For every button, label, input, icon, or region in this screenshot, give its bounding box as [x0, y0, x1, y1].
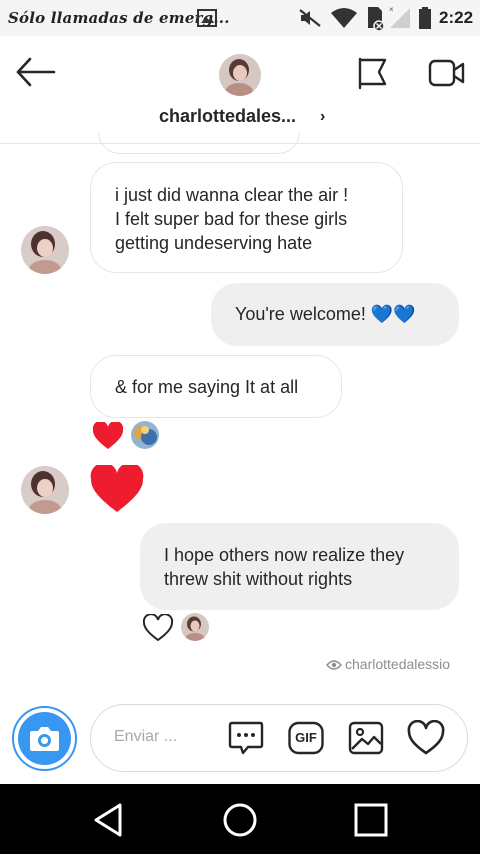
- profile-photo-icon: [21, 466, 69, 514]
- heart-outline-reaction-icon[interactable]: [142, 614, 174, 642]
- message-bubble-received[interactable]: i just did wanna clear the air ! I felt …: [90, 162, 403, 273]
- back-arrow-icon[interactable]: [14, 54, 58, 90]
- previous-message-bubble: [98, 132, 300, 154]
- message-text: & for me saying It at all: [115, 377, 299, 397]
- chevron-right-icon[interactable]: ›: [320, 108, 325, 126]
- flag-icon[interactable]: [355, 56, 389, 90]
- message-text: You're welcome! 💙💙: [235, 304, 416, 324]
- battery-icon: [419, 7, 431, 29]
- chat-bubble-icon[interactable]: [228, 720, 264, 756]
- message-input-placeholder[interactable]: Enviar ...: [114, 728, 177, 746]
- heart-reaction-icon[interactable]: [92, 422, 124, 450]
- message-composer: Enviar ... GIF: [0, 694, 480, 784]
- heart-send-icon[interactable]: [407, 720, 445, 756]
- camera-icon: [30, 727, 59, 751]
- mute-icon: [299, 9, 321, 27]
- gallery-image-icon[interactable]: [348, 720, 384, 756]
- message-text: I hope others now realize they threw shi…: [164, 545, 405, 589]
- eye-icon: [326, 660, 342, 670]
- gif-label: GIF: [295, 730, 317, 745]
- message-text: i just did wanna clear the air ! I felt …: [115, 185, 349, 253]
- status-time: 2:22: [439, 8, 474, 27]
- message-bubble-sent[interactable]: You're welcome! 💙💙: [211, 283, 459, 346]
- heart-message-icon[interactable]: [89, 465, 145, 513]
- message-bubble-received[interactable]: & for me saying It at all: [90, 355, 342, 418]
- message-bubble-sent[interactable]: I hope others now realize they threw shi…: [140, 523, 459, 610]
- gif-button[interactable]: GIF: [288, 720, 324, 756]
- profile-photo-icon: [181, 613, 209, 641]
- camera-button[interactable]: [12, 706, 77, 771]
- conversation-username[interactable]: charlottedales...: [159, 106, 296, 127]
- svg-text:×: ×: [389, 5, 394, 14]
- sender-avatar[interactable]: [21, 226, 69, 274]
- signal-icon: ×: [389, 5, 410, 28]
- image-notification-icon: [197, 9, 217, 27]
- sender-avatar[interactable]: [21, 466, 69, 514]
- profile-photo-icon: [21, 226, 69, 274]
- reactor-avatar[interactable]: [181, 613, 209, 641]
- header-avatar[interactable]: [219, 54, 261, 96]
- chat-header: charlottedales... ›: [0, 36, 480, 144]
- profile-photo-icon: [219, 54, 261, 96]
- wifi-icon: [331, 8, 357, 28]
- seen-by-username: charlottedalessio: [345, 656, 451, 672]
- back-triangle-icon[interactable]: [92, 802, 124, 838]
- recents-square-icon[interactable]: [354, 803, 388, 837]
- sim-card-icon: [368, 7, 385, 32]
- profile-photo-icon: [131, 421, 159, 449]
- system-navigation-bar: [0, 784, 480, 854]
- camera-button-fill: [18, 712, 71, 765]
- status-bar: Sólo llamadas de emerg... × 2:22: [0, 0, 480, 36]
- video-camera-icon[interactable]: [428, 58, 466, 88]
- reactor-avatar[interactable]: [131, 421, 159, 449]
- home-circle-icon[interactable]: [222, 802, 258, 838]
